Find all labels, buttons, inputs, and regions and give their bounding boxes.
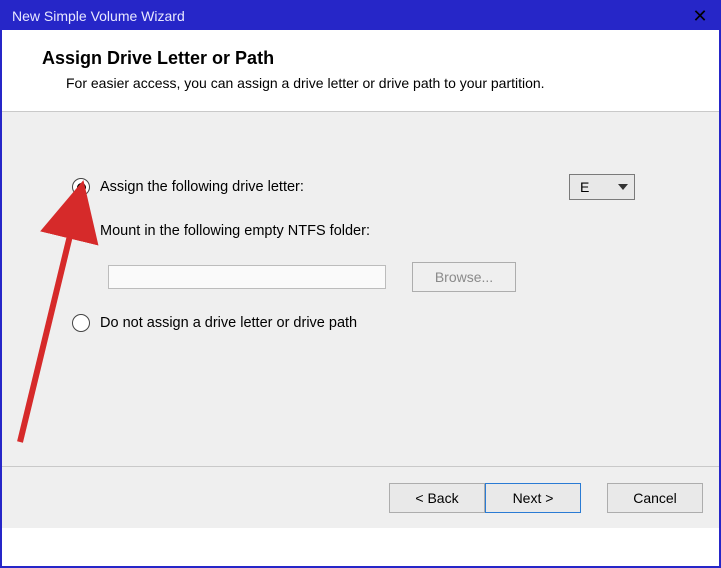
radio-mount-folder[interactable] [72, 222, 90, 240]
next-button[interactable]: Next > [485, 483, 581, 513]
option-no-assign-row: Do not assign a drive letter or drive pa… [72, 308, 659, 338]
option-mount-folder-row: Mount in the following empty NTFS folder… [72, 216, 659, 246]
radio-dot-icon [77, 183, 86, 192]
label-mount-folder: Mount in the following empty NTFS folder… [100, 223, 370, 239]
drive-letter-value: E [580, 179, 589, 195]
wizard-body: Assign the following drive letter: E Mou… [2, 112, 719, 466]
radio-assign-letter[interactable] [72, 178, 90, 196]
folder-path-input[interactable] [108, 265, 386, 289]
folder-input-row: Browse... [72, 260, 659, 294]
wizard-window: New Simple Volume Wizard ✕ Assign Drive … [0, 0, 721, 568]
window-title: New Simple Volume Wizard [12, 8, 689, 24]
back-button[interactable]: < Back [389, 483, 485, 513]
label-no-assign: Do not assign a drive letter or drive pa… [100, 315, 357, 331]
page-title: Assign Drive Letter or Path [42, 48, 691, 69]
label-assign-letter: Assign the following drive letter: [100, 179, 304, 195]
close-icon[interactable]: ✕ [689, 7, 711, 25]
wizard-footer: < Back Next > Cancel [2, 466, 719, 528]
drive-letter-select[interactable]: E [569, 174, 635, 200]
browse-button[interactable]: Browse... [412, 262, 516, 292]
cancel-button[interactable]: Cancel [607, 483, 703, 513]
wizard-header: Assign Drive Letter or Path For easier a… [2, 30, 719, 112]
titlebar: New Simple Volume Wizard ✕ [2, 2, 719, 30]
radio-no-assign[interactable] [72, 314, 90, 332]
page-description: For easier access, you can assign a driv… [42, 75, 691, 91]
chevron-down-icon [618, 184, 628, 190]
option-assign-letter-row: Assign the following drive letter: E [72, 172, 659, 202]
